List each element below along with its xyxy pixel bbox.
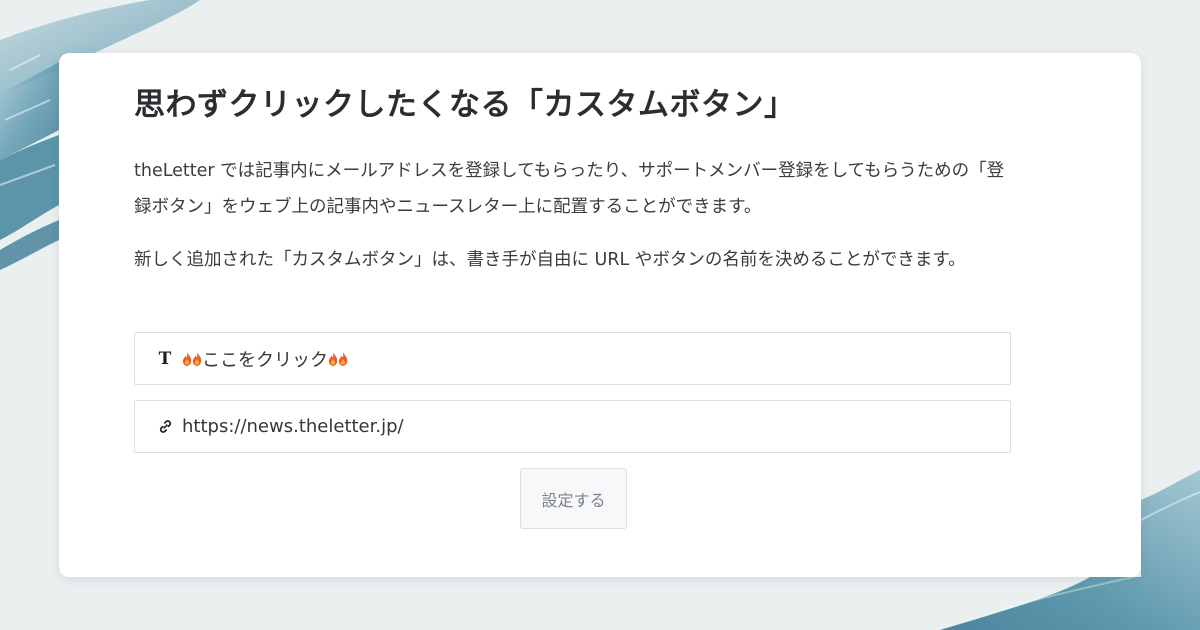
button-text-label: ここをクリック [202,349,328,371]
fire-icon [192,351,202,366]
submit-settings-button[interactable]: 設定する [520,468,627,529]
text-format-icon: T [158,348,172,369]
button-url-input[interactable]: https://news.theletter.jp/ [134,400,1011,453]
fire-icon [182,351,192,366]
link-icon [154,419,176,434]
button-url-value: https://news.theletter.jp/ [182,416,404,437]
button-text-value: ここをクリック [182,346,348,372]
description-paragraph-1: theLetter では記事内にメールアドレスを登録してもらったり、サポートメン… [134,161,1005,217]
fire-icon [338,351,348,366]
custom-button-card: 思わずクリックしたくなる「カスタムボタン」 theLetter では記事内にメー… [59,53,1141,577]
button-text-input[interactable]: T ここをクリック [134,332,1011,385]
description-paragraph-2: 新しく追加された「カスタムボタン」は、書き手が自由に URL やボタンの名前を決… [134,250,966,270]
page-title: 思わずクリックしたくなる「カスタムボタン」 [134,87,796,123]
fire-icon [328,351,338,366]
